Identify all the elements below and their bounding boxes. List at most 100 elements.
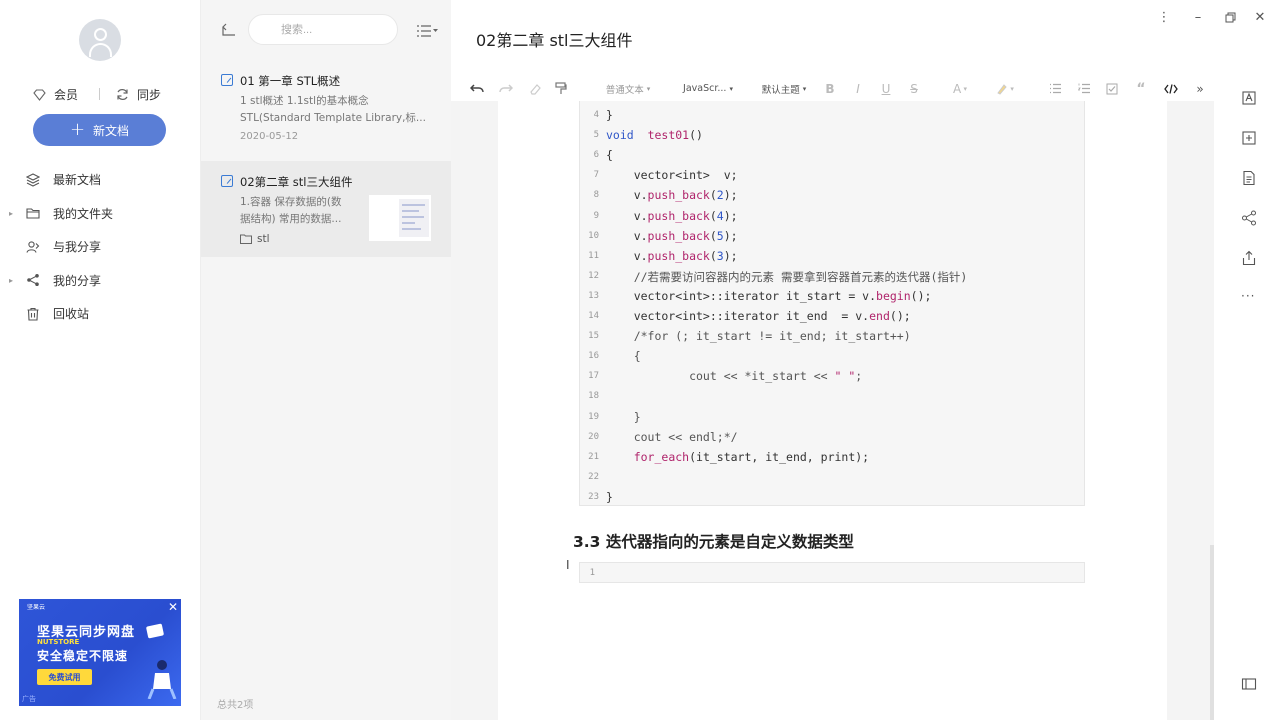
code-text: vector<int>::iterator it_end = v.end(); — [606, 309, 911, 323]
line-number: 11 — [588, 250, 599, 261]
code-line[interactable]: 11 v.push_back(3); — [580, 247, 1080, 267]
code-line[interactable]: 23} — [580, 488, 1080, 508]
code-line[interactable]: 22 — [580, 468, 1080, 488]
share-icon — [27, 274, 39, 287]
code-language-dropdown[interactable]: JavaScr... ▾ — [680, 76, 736, 101]
sidebar-item-label: 回收站 — [53, 307, 90, 322]
new-doc-button[interactable]: + 新文档 — [33, 114, 166, 146]
list-view-icon[interactable] — [416, 24, 438, 38]
note-summary-line: STL(Standard Template Library,标... — [240, 112, 426, 124]
code-line[interactable]: 6{ — [580, 146, 1080, 166]
code-line[interactable]: 4} — [580, 106, 1080, 126]
code-line[interactable]: 16 { — [580, 347, 1080, 367]
format-painter-icon[interactable] — [552, 76, 570, 101]
ad-trial-button[interactable]: 免费试用 — [37, 669, 92, 685]
highlight-icon[interactable]: ▾ — [991, 76, 1019, 101]
sidebar-item-trash[interactable]: 回收站 — [0, 297, 201, 331]
code-line[interactable]: 21 for_each(it_start, it_end, print); — [580, 448, 1080, 468]
sidebar-item-my-shares[interactable]: ▸ 我的分享 — [0, 264, 201, 298]
more-vertical-icon[interactable]: ⋮ — [1154, 8, 1174, 26]
code-text: /*for (; it_start != it_end; it_start++) — [606, 329, 911, 344]
minimize-icon[interactable]: – — [1188, 8, 1208, 26]
add-attachment-icon[interactable] — [1241, 130, 1257, 146]
page-title[interactable]: 02第二章 stl三大组件 — [476, 27, 633, 51]
note-item-active[interactable]: 02第二章 stl三大组件 1.容器 保存数据的(数 据结构) 常用的数据...… — [201, 161, 451, 257]
line-number: 4 — [593, 110, 599, 120]
code-line[interactable]: 8 v.push_back(2); — [580, 186, 1080, 206]
code-language-value: JavaScr... — [683, 83, 727, 94]
numbered-list-icon[interactable] — [1076, 76, 1092, 101]
more-horizontal-icon[interactable]: ··· — [1241, 289, 1257, 305]
ad-banner[interactable]: 坚果云 ✕ 坚果云同步网盘 NUTSTORE 安全稳定不限速 免费试用 广告 — [19, 599, 181, 706]
divider — [99, 88, 100, 100]
sync-button[interactable]: 同步 — [116, 86, 161, 103]
line-number: 9 — [593, 210, 599, 221]
document-info-icon[interactable] — [1241, 170, 1257, 186]
editor-toolbar: 普通文本 ▾ JavaScr... ▾ 默认主题 ▾ B I U S A ▾ ▾… — [451, 76, 1214, 101]
code-line[interactable]: 19 } — [580, 408, 1080, 428]
code-line[interactable]: 12 //若需要访问容器内的元素 需要拿到容器首元素的迭代器(指针) — [580, 267, 1080, 287]
code-line[interactable]: 9 v.push_back(4); — [580, 207, 1080, 227]
theme-dropdown[interactable]: 默认主题 ▾ — [758, 76, 810, 101]
code-line[interactable]: 17 cout << *it_start << " "; — [580, 367, 1080, 387]
code-line[interactable]: 10 v.push_back(5); — [580, 227, 1080, 247]
line-number: 8 — [593, 190, 599, 201]
user-share-icon — [26, 241, 40, 253]
theme-value: 默认主题 — [761, 84, 800, 96]
plus-icon: + — [69, 119, 86, 140]
code-line[interactable]: 18 — [580, 387, 1080, 407]
avatar[interactable] — [79, 19, 121, 61]
more-tools-icon[interactable]: » — [1192, 76, 1208, 101]
code-line[interactable]: 5 void test01() — [580, 126, 1080, 146]
layout-toggle-icon[interactable] — [1241, 676, 1257, 692]
folder-icon — [240, 234, 252, 244]
underline-icon[interactable]: U — [878, 76, 894, 101]
caret-right-icon[interactable]: ▸ — [9, 209, 13, 218]
search-input[interactable] — [248, 14, 398, 45]
diamond-icon — [33, 88, 46, 101]
checkbox-icon[interactable] — [1104, 76, 1120, 101]
paragraph-style-dropdown[interactable]: 普通文本 ▾ — [598, 76, 658, 101]
close-icon[interactable]: ✕ — [168, 600, 178, 614]
bold-icon[interactable]: B — [822, 76, 838, 101]
new-doc-label: 新文档 — [93, 123, 130, 138]
restore-icon[interactable] — [1220, 8, 1240, 26]
ad-tag: 广告 — [22, 695, 36, 703]
font-color-icon[interactable]: A ▾ — [948, 76, 972, 101]
code-line[interactable]: 14 vector<int>::iterator it_end = v.end(… — [580, 307, 1080, 327]
code-line[interactable]: 20 cout << endl;*/ — [580, 428, 1080, 448]
code-line[interactable]: 7 vector<int> v; — [580, 166, 1080, 186]
quote-icon[interactable]: “ — [1133, 76, 1149, 101]
undo-icon[interactable] — [468, 76, 486, 101]
member-button[interactable]: 会员 — [33, 86, 78, 103]
note-folder: stl — [240, 233, 270, 245]
close-window-icon[interactable]: ✕ — [1250, 8, 1270, 26]
caret-right-icon[interactable]: ▸ — [9, 276, 13, 285]
back-up-icon[interactable] — [221, 22, 237, 38]
sync-icon — [117, 89, 128, 100]
note-icon — [221, 175, 233, 187]
redo-icon[interactable] — [497, 76, 515, 101]
export-icon[interactable] — [1241, 250, 1257, 266]
translate-icon[interactable] — [1241, 90, 1257, 106]
sidebar-item-my-folders[interactable]: ▸ 我的文件夹 — [0, 197, 201, 231]
bullet-list-icon[interactable] — [1047, 76, 1063, 101]
line-number: 23 — [588, 491, 599, 502]
sidebar-item-recent[interactable]: 最新文档 — [0, 163, 201, 197]
code-block[interactable]: 4} 5 void test01() 6{7 vector<int> v; 8 v.pu… — [579, 101, 1085, 506]
code-text: } — [606, 409, 641, 424]
code-line[interactable]: 15 /*for (; it_start != it_end; it_start… — [580, 327, 1080, 347]
text-cursor-icon: I — [566, 558, 570, 572]
note-item[interactable]: 01 第一章 STL概述 1 stl概述 1.1stl的基本概念 STL(Sta… — [201, 66, 451, 158]
code-block-empty[interactable]: 1 — [579, 562, 1085, 583]
chevron-down-icon: ▾ — [646, 84, 651, 93]
strikethrough-icon[interactable]: S — [906, 76, 922, 101]
code-block-icon[interactable] — [1162, 76, 1180, 101]
share-icon[interactable] — [1241, 210, 1257, 226]
italic-icon[interactable]: I — [850, 76, 866, 101]
eraser-icon[interactable] — [526, 76, 544, 101]
code-line[interactable]: 13 vector<int>::iterator it_start = v.be… — [580, 287, 1080, 307]
section-heading[interactable]: 3.3 迭代器指向的元素是自定义数据类型 — [573, 530, 854, 552]
sidebar-item-shared-with-me[interactable]: 与我分享 — [0, 230, 201, 264]
line-number: 22 — [588, 471, 599, 482]
